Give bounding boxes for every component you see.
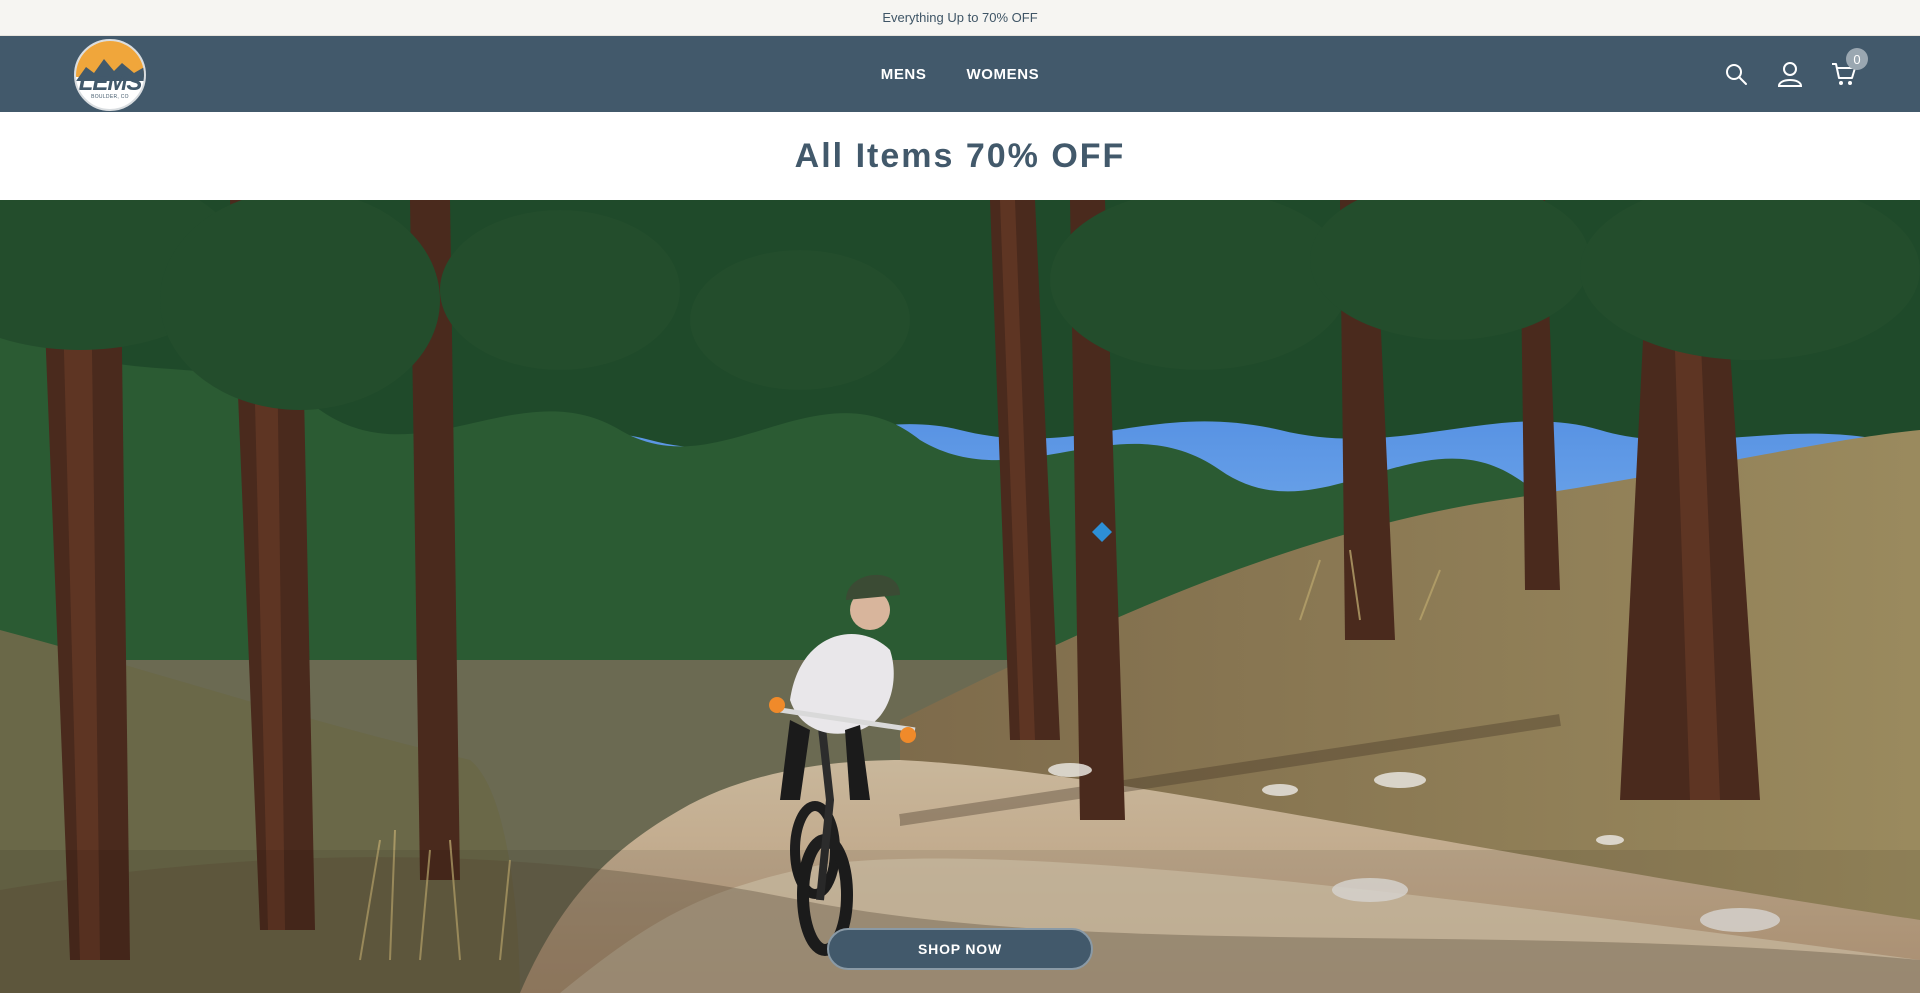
nav-item-mens[interactable]: MENS (881, 66, 927, 83)
nav-item-womens[interactable]: WOMENS (966, 66, 1039, 83)
search-icon (1726, 64, 1747, 85)
brand-logo[interactable]: LEMS BOULDER, CO (74, 39, 146, 111)
cart-count-badge: 0 (1846, 48, 1868, 70)
shop-now-button[interactable]: SHOP NOW (827, 928, 1093, 970)
hero-banner[interactable]: SHOP NOW (0, 200, 1920, 993)
announcement-text: Everything Up to 70% OFF (882, 10, 1038, 25)
main-nav: MENS WOMENS (0, 36, 1920, 112)
site-header: LEMS BOULDER, CO MENS WOMENS 0 (0, 36, 1920, 112)
promo-headline: All Items 70% OFF (794, 136, 1126, 175)
logo-wordmark: LEMS (78, 69, 143, 96)
search-button[interactable] (1722, 60, 1750, 88)
account-icon (1777, 62, 1803, 87)
cart-button[interactable]: 0 (1830, 48, 1868, 88)
announcement-bar: Everything Up to 70% OFF (0, 0, 1920, 36)
logo-subtext: BOULDER, CO (91, 94, 129, 100)
hero-image (0, 200, 1920, 993)
account-button[interactable] (1776, 60, 1804, 88)
promo-banner: All Items 70% OFF (0, 112, 1920, 200)
header-icons: 0 (1722, 36, 1868, 112)
